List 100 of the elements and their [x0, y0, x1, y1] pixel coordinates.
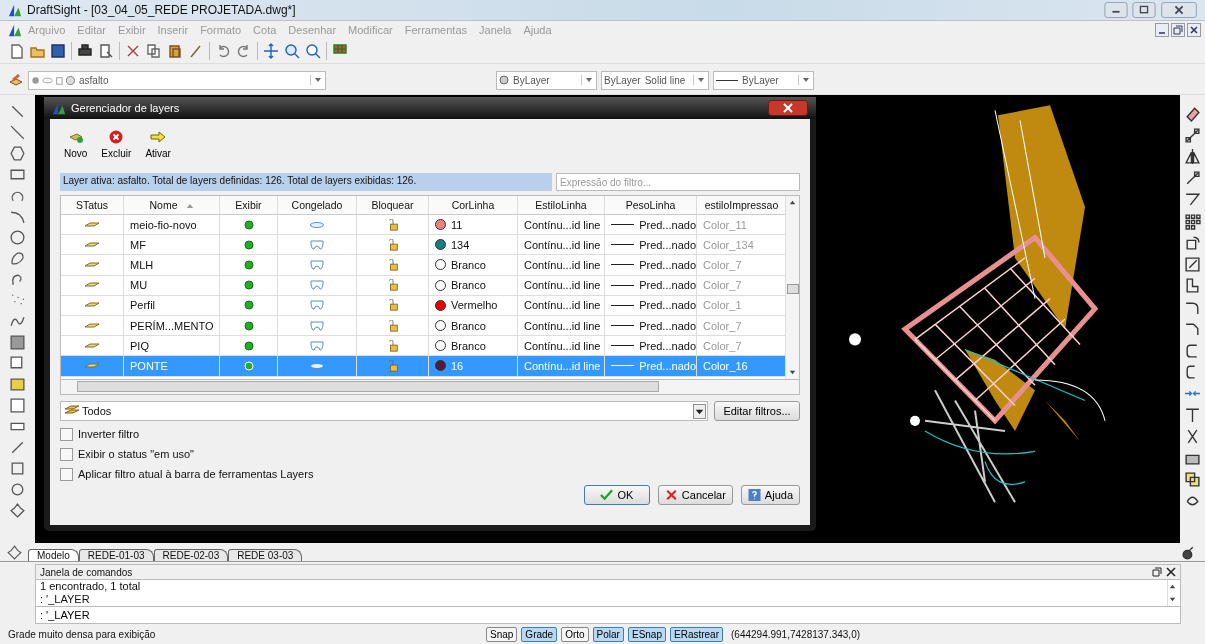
- cancel-button[interactable]: Cancelar: [657, 485, 733, 505]
- column-header[interactable]: STatus: [61, 196, 124, 215]
- visible-icon[interactable]: [243, 340, 254, 351]
- layout-tab[interactable]: REDE-01-03: [78, 549, 154, 561]
- status-toggle-button[interactable]: Orto: [561, 626, 589, 642]
- option-checkbox[interactable]: Aplicar filtro atual à barra de ferramentas Layers: [60, 467, 800, 481]
- column-header[interactable]: EstiloLinha: [518, 196, 605, 215]
- print-icon[interactable]: [77, 43, 93, 59]
- close-icon[interactable]: [1166, 567, 1176, 577]
- layer-manager-icon[interactable]: [8, 72, 24, 88]
- layer-dropdown[interactable]: asfalto: [28, 70, 326, 90]
- scrollbar-thumb[interactable]: [77, 381, 659, 392]
- delete-icon: [108, 129, 125, 145]
- save-icon[interactable]: [50, 43, 66, 59]
- ok-button[interactable]: OK: [583, 485, 650, 505]
- delete-layer-button[interactable]: Excluir: [97, 125, 136, 167]
- new-file-icon[interactable]: [8, 43, 24, 59]
- layer-row[interactable]: MU Branco Contínu...id line Pred...nado Color_7: [61, 275, 785, 296]
- overlap-icon[interactable]: [1184, 470, 1201, 488]
- edit-filters-button[interactable]: Editar filtros...: [714, 401, 800, 421]
- array-icon[interactable]: [1184, 212, 1201, 230]
- visible-icon[interactable]: [243, 320, 254, 331]
- visible-icon[interactable]: [243, 259, 254, 270]
- column-header[interactable]: CorLinha: [429, 196, 518, 215]
- minimize-icon[interactable]: [1155, 23, 1169, 37]
- column-header[interactable]: PesoLinha: [605, 196, 697, 215]
- option-checkbox[interactable]: Inverter filtro: [60, 427, 800, 441]
- table-cell: Pred...nado: [639, 238, 696, 251]
- option-checkbox[interactable]: Exibir o status "em uso": [60, 447, 800, 461]
- close-icon[interactable]: [1187, 23, 1201, 37]
- status-toggle-button[interactable]: ERastrear: [670, 626, 723, 642]
- copy-icon[interactable]: [1184, 126, 1201, 144]
- status-toggle-button[interactable]: Snap: [486, 626, 518, 642]
- checkbox[interactable]: [60, 427, 73, 441]
- copy-icon[interactable]: [146, 43, 162, 59]
- scroll-down-icon[interactable]: [788, 368, 797, 377]
- table-cell: Contínu...id line: [518, 275, 605, 296]
- layer-row[interactable]: MF 134 Contínu...id line Pred...nado Color_134: [61, 235, 785, 256]
- close-icon[interactable]: [768, 100, 808, 116]
- maximize-icon[interactable]: [1131, 2, 1157, 18]
- rotate-icon[interactable]: [1184, 234, 1201, 251]
- scrollbar-thumb[interactable]: [786, 284, 799, 294]
- zoom-icon[interactable]: [284, 43, 300, 59]
- activate-layer-button[interactable]: Ativar: [141, 125, 175, 167]
- filter-dropdown[interactable]: Todos: [60, 401, 708, 421]
- hexagon-icon[interactable]: [9, 145, 26, 162]
- layer-row[interactable]: PERÍM...MENTO Branco Contínu...id line Pred...nado Color_7: [61, 315, 785, 337]
- column-header[interactable]: Bloquear: [357, 196, 429, 215]
- visible-icon[interactable]: [243, 280, 254, 291]
- color-dropdown[interactable]: ByLayer: [496, 70, 597, 90]
- scroll-up-icon[interactable]: [1168, 582, 1177, 591]
- paste-icon[interactable]: [167, 43, 183, 59]
- color-label: Branco: [451, 279, 486, 292]
- new-layer-button[interactable]: Novo: [60, 125, 92, 167]
- note-icon[interactable]: [9, 376, 26, 393]
- line-icon[interactable]: [9, 103, 26, 120]
- layout-tab[interactable]: REDE 03-03: [228, 549, 303, 561]
- column-header[interactable]: Congelado: [278, 196, 357, 215]
- hatch-icon[interactable]: [9, 334, 26, 351]
- status-toggle-button[interactable]: ESnap: [627, 626, 666, 642]
- filter-expression-field[interactable]: Expressão do filtro...: [556, 173, 800, 191]
- layout-tab[interactable]: Modelo: [28, 549, 79, 561]
- layout-tab[interactable]: REDE-02-03: [153, 549, 229, 561]
- linestyle-dropdown[interactable]: ByLayer Solid line: [601, 70, 709, 90]
- shape-icon[interactable]: [6, 543, 23, 561]
- lineweight-dropdown[interactable]: ByLayer: [713, 70, 814, 90]
- column-header[interactable]: estiloImpressao: [697, 196, 787, 215]
- app-logo-icon: [52, 101, 66, 115]
- shape-icon[interactable]: [9, 502, 26, 519]
- visible-icon[interactable]: [243, 219, 254, 230]
- visible-icon[interactable]: [243, 239, 254, 250]
- color-label: 134: [451, 238, 470, 251]
- scale-icon[interactable]: [1184, 255, 1201, 273]
- layer-row[interactable]: Perfil Vermelho Contínu...id line Pred...nado Color_1: [61, 295, 785, 316]
- layer-row[interactable]: MLH Branco Contínu...id line Pred...nado Color_7: [61, 255, 785, 276]
- checkbox[interactable]: [60, 467, 73, 481]
- zoom-previous-icon[interactable]: [305, 43, 321, 59]
- color-swatch-icon: [499, 75, 509, 85]
- restore-icon[interactable]: [1171, 23, 1185, 37]
- command-input-field[interactable]: : '_LAYER: [35, 607, 1181, 624]
- status-toggle-button[interactable]: Polar: [592, 626, 624, 642]
- scroll-up-icon[interactable]: [788, 198, 797, 207]
- offset-icon[interactable]: [1184, 191, 1201, 208]
- print-preview-icon[interactable]: [98, 43, 114, 59]
- column-header[interactable]: Nome: [124, 196, 220, 215]
- undock-icon[interactable]: [1152, 567, 1162, 577]
- status-toggle-button[interactable]: Grade: [521, 626, 558, 642]
- pan-icon[interactable]: [263, 43, 279, 59]
- column-header[interactable]: Exibir: [220, 196, 278, 215]
- color-label: Branco: [451, 339, 486, 352]
- checkbox[interactable]: [60, 447, 73, 461]
- help-button[interactable]: Ajuda: [740, 485, 800, 505]
- scroll-down-icon[interactable]: [1168, 595, 1177, 604]
- layer-row[interactable]: meio-fio-novo 11 Contínu...id line Pred...nado Color_11: [61, 215, 785, 236]
- minimize-icon[interactable]: [1103, 2, 1129, 18]
- eraser-icon[interactable]: [1184, 105, 1201, 122]
- pencil-icon[interactable]: [9, 439, 26, 456]
- mirror-icon[interactable]: [1184, 148, 1201, 165]
- visible-icon[interactable]: [243, 300, 254, 311]
- table-cell: Contínu...id line: [518, 295, 605, 316]
